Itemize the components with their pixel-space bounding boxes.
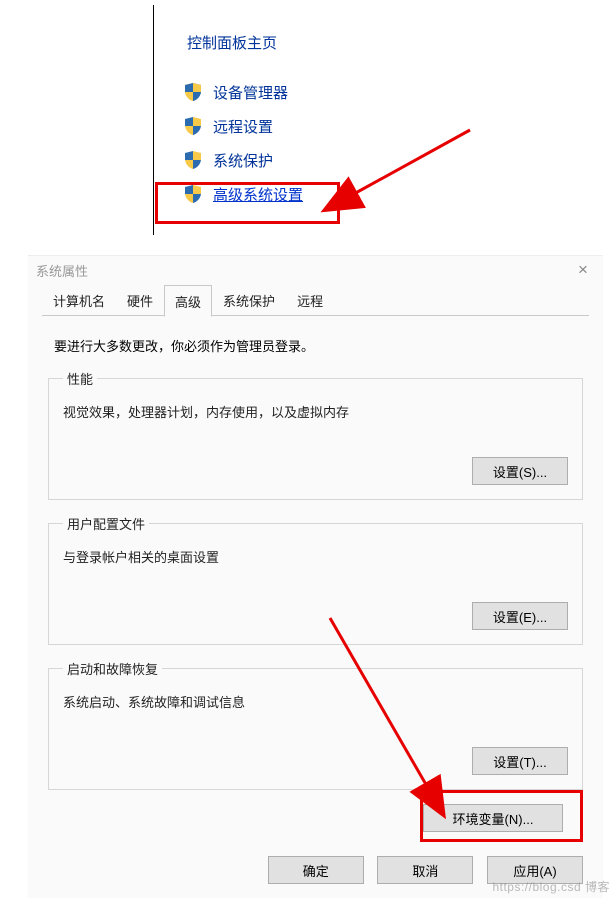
group-desc: 系统启动、系统故障和调试信息 <box>63 692 568 711</box>
group-startup-recovery: 启动和故障恢复 系统启动、系统故障和调试信息 设置(T)... <box>48 659 583 790</box>
system-properties-dialog: 系统属性 × 计算机名 硬件 高级 系统保护 远程 要进行大多数更改，你必须作为… <box>28 255 603 898</box>
watermark: https://blog.csd 博客 <box>492 878 610 895</box>
startup-settings-button[interactable]: 设置(T)... <box>472 747 568 775</box>
shield-icon <box>183 116 203 136</box>
tab-remote[interactable]: 远程 <box>286 284 334 316</box>
group-desc: 视觉效果，处理器计划，内存使用，以及虚拟内存 <box>63 402 568 421</box>
dialog-titlebar: 系统属性 × <box>28 256 603 284</box>
nav-advanced-system-settings[interactable]: 高级系统设置 <box>183 177 403 211</box>
control-panel-nav: 控制面板主页 设备管理器 远程设置 系统保护 高级系统设置 <box>153 10 403 211</box>
group-user-profiles: 用户配置文件 与登录帐户相关的桌面设置 设置(E)... <box>48 514 583 645</box>
group-legend: 用户配置文件 <box>63 514 149 533</box>
dialog-title: 系统属性 <box>36 261 88 280</box>
shield-icon <box>183 150 203 170</box>
tab-computer-name[interactable]: 计算机名 <box>42 284 116 316</box>
nav-label: 远程设置 <box>213 116 273 137</box>
tab-strip: 计算机名 硬件 高级 系统保护 远程 <box>28 284 603 316</box>
nav-label: 高级系统设置 <box>213 184 303 205</box>
dialog-body: 要进行大多数更改，你必须作为管理员登录。 性能 视觉效果，处理器计划，内存使用，… <box>28 316 603 848</box>
performance-settings-button[interactable]: 设置(S)... <box>472 457 568 485</box>
tab-advanced[interactable]: 高级 <box>164 285 212 317</box>
ok-button[interactable]: 确定 <box>268 856 364 884</box>
nav-label: 设备管理器 <box>213 82 288 103</box>
group-legend: 启动和故障恢复 <box>63 659 162 678</box>
group-desc: 与登录帐户相关的桌面设置 <box>63 547 568 566</box>
control-panel-list: 设备管理器 远程设置 系统保护 高级系统设置 <box>183 75 403 211</box>
group-legend: 性能 <box>63 369 97 388</box>
close-icon[interactable]: × <box>571 258 595 282</box>
shield-icon <box>183 82 203 102</box>
shield-icon <box>183 184 203 204</box>
cancel-button[interactable]: 取消 <box>377 856 473 884</box>
tab-system-protection[interactable]: 系统保护 <box>212 284 286 316</box>
environment-variables-button[interactable]: 环境变量(N)... <box>423 804 563 832</box>
user-profiles-settings-button[interactable]: 设置(E)... <box>472 602 568 630</box>
admin-note: 要进行大多数更改，你必须作为管理员登录。 <box>54 336 583 355</box>
tab-hardware[interactable]: 硬件 <box>116 284 164 316</box>
nav-label: 系统保护 <box>213 150 273 171</box>
control-panel-title: 控制面板主页 <box>187 32 403 53</box>
nav-system-protection[interactable]: 系统保护 <box>183 143 403 177</box>
group-performance: 性能 视觉效果，处理器计划，内存使用，以及虚拟内存 设置(S)... <box>48 369 583 500</box>
nav-remote-settings[interactable]: 远程设置 <box>183 109 403 143</box>
nav-device-manager[interactable]: 设备管理器 <box>183 75 403 109</box>
